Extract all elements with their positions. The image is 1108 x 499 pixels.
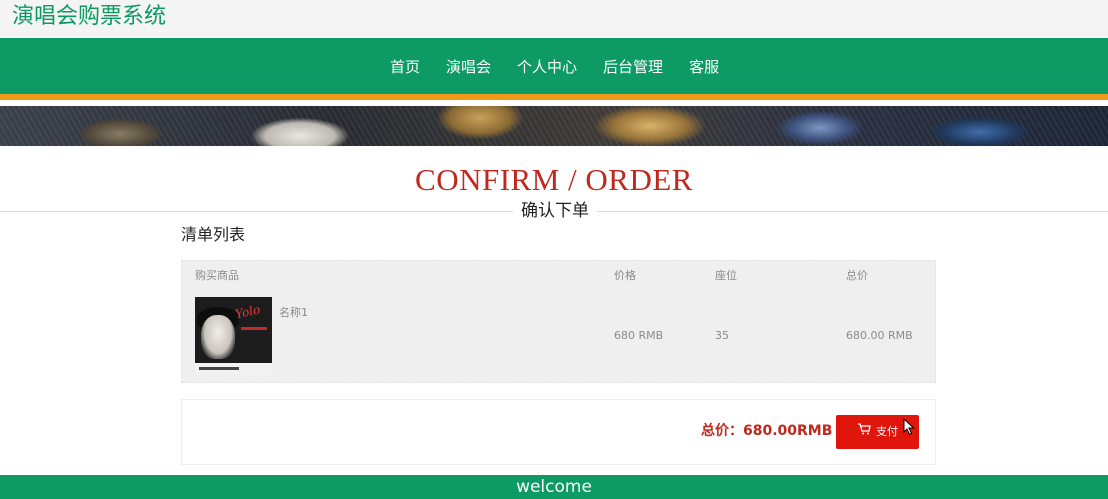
concert-poster-thumbnail[interactable]: Yolo: [195, 297, 272, 375]
banner-image: [0, 106, 1108, 146]
page-heading-chinese: 确认下单: [513, 199, 597, 223]
seat-number: 35: [715, 329, 729, 342]
nav-menu: 首页 演唱会 个人中心 后台管理 客服: [390, 57, 745, 77]
column-header-product: 购买商品: [195, 269, 239, 282]
page-heading-english: CONFIRM / ORDER: [415, 162, 693, 197]
order-summary: 总价：680.00RMB 支付: [181, 399, 936, 465]
main-nav: 首页 演唱会 个人中心 后台管理 客服: [0, 38, 1108, 100]
cart-icon: [857, 415, 871, 449]
nav-item-profile[interactable]: 个人中心: [517, 57, 577, 77]
nav-item-admin[interactable]: 后台管理: [603, 57, 663, 77]
column-header-seat: 座位: [715, 269, 737, 282]
product-price: 680 RMB: [614, 329, 664, 342]
nav-item-home[interactable]: 首页: [390, 57, 420, 77]
order-list-title: 清单列表: [181, 225, 246, 244]
nav-item-support[interactable]: 客服: [689, 57, 719, 77]
column-header-total: 总价: [846, 269, 868, 282]
footer-text: welcome: [516, 477, 592, 497]
product-name[interactable]: 名称1: [279, 306, 308, 320]
top-bar: 演唱会购票系统: [0, 0, 1108, 38]
pay-button-label: 支付: [876, 425, 898, 438]
nav-item-concerts[interactable]: 演唱会: [446, 57, 491, 77]
row-total: 680.00 RMB: [846, 329, 913, 342]
mouse-pointer-icon: [903, 418, 915, 436]
footer: welcome: [0, 475, 1108, 499]
site-title: 演唱会购票系统: [12, 4, 167, 29]
column-header-price: 价格: [614, 269, 636, 282]
order-table: 购买商品 价格 座位 总价 Yolo 名称1 680 RMB 35 680.00…: [181, 260, 936, 383]
order-total: 总价：680.00RMB: [701, 423, 833, 439]
